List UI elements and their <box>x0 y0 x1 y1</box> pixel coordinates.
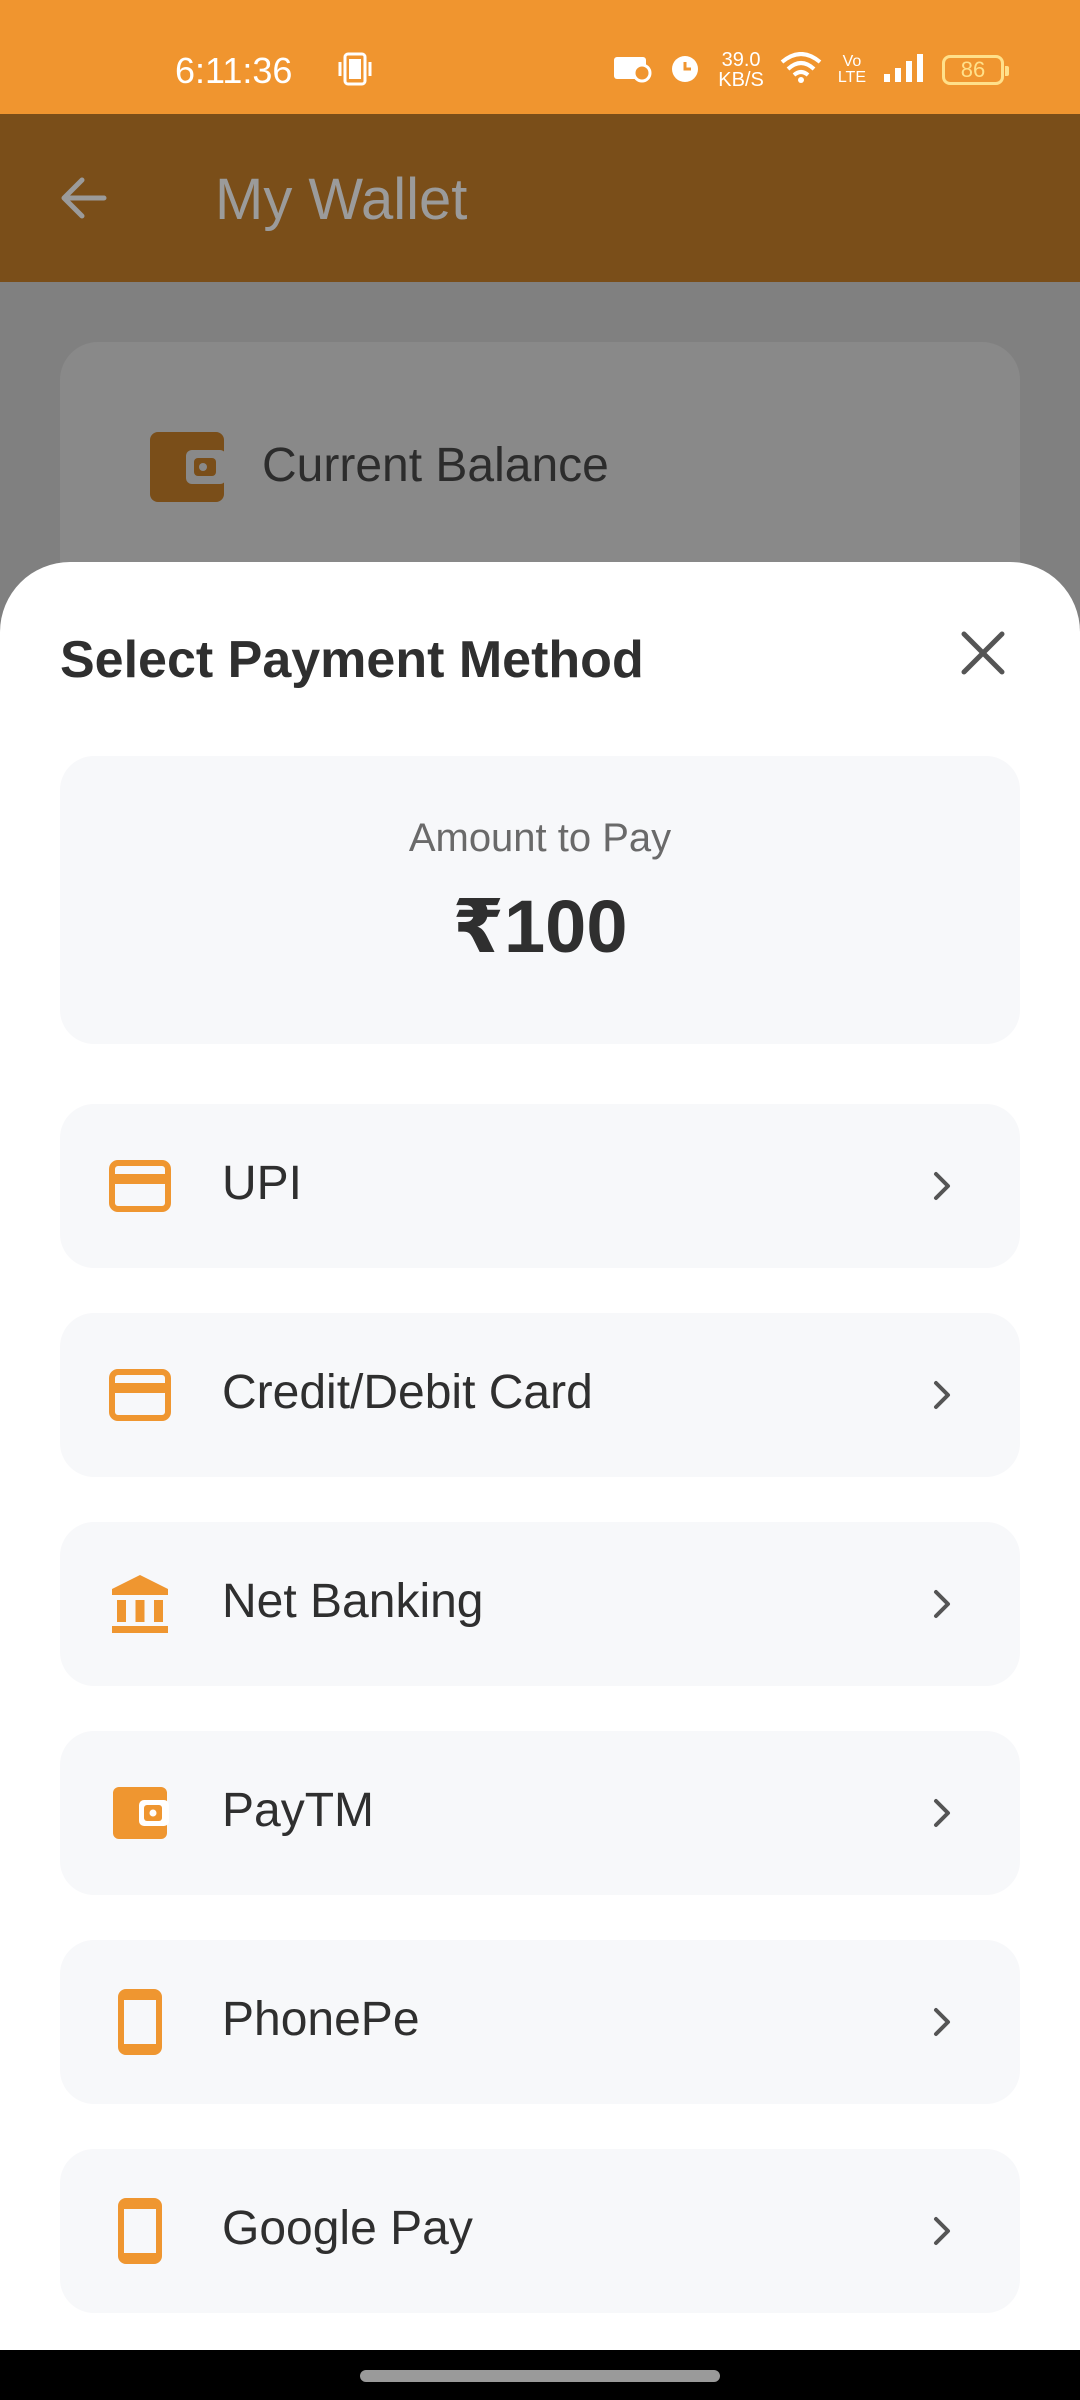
vibrate-icon <box>338 52 372 92</box>
status-bar: 6:11:36 39.0 KB/S Vo LTE 86 <box>0 0 1080 114</box>
payment-method-net-banking[interactable]: Net Banking <box>60 1522 1020 1686</box>
volte-bottom: LTE <box>837 69 866 86</box>
close-icon[interactable] <box>952 622 1014 684</box>
wifi-icon <box>780 51 822 89</box>
status-icons: 39.0 KB/S Vo LTE 86 <box>612 46 1009 94</box>
payment-method-card[interactable]: Credit/Debit Card <box>60 1313 1020 1477</box>
method-label: Net Banking <box>222 1575 484 1628</box>
chevron-right-icon <box>922 1793 962 1833</box>
method-label: UPI <box>222 1157 303 1210</box>
payment-method-phonepe[interactable]: PhonePe <box>60 1940 1020 2104</box>
signal-icon <box>882 52 926 89</box>
payment-method-upi[interactable]: UPI <box>60 1104 1020 1268</box>
home-gesture-handle[interactable] <box>360 2370 720 2382</box>
sheet-title: Select Payment Method <box>60 631 644 689</box>
alarm-icon <box>668 51 702 90</box>
wallet-icon <box>148 430 226 504</box>
system-nav-bar <box>0 2350 1080 2400</box>
chevron-right-icon <box>922 1375 962 1415</box>
chevron-right-icon <box>922 2211 962 2251</box>
battery-level: 86 <box>960 57 986 82</box>
amount-value: ₹100 <box>452 885 628 968</box>
net-speed: 39.0 KB/S <box>718 50 764 90</box>
payment-method-paytm[interactable]: PayTM <box>60 1731 1020 1895</box>
page-title: My Wallet <box>215 167 468 232</box>
amount-to-pay-box: Amount to Pay ₹100 <box>60 756 1020 1044</box>
method-label: PhonePe <box>222 1993 420 2046</box>
volte-top: Vo <box>842 53 862 70</box>
status-time: 6:11:36 <box>175 50 293 91</box>
battery-icon: 86 <box>942 55 1009 85</box>
payment-method-sheet: Select Payment Method Amount to Pay ₹100… <box>0 562 1080 2350</box>
method-label: PayTM <box>222 1784 375 1837</box>
chevron-right-icon <box>922 2002 962 2042</box>
chevron-right-icon <box>922 1584 962 1624</box>
method-label: Google Pay <box>222 2202 473 2255</box>
method-label: Credit/Debit Card <box>222 1366 593 1419</box>
back-arrow-icon[interactable] <box>56 170 112 226</box>
app-bar: My Wallet <box>0 114 1080 282</box>
wallet-icon <box>108 1783 172 1843</box>
phone-icon <box>108 2198 172 2264</box>
net-speed-unit: KB/S <box>718 69 764 91</box>
payment-method-google-pay[interactable]: Google Pay <box>60 2149 1020 2313</box>
net-speed-value: 39.0 <box>721 49 761 71</box>
phone-icon <box>108 1989 172 2055</box>
volte-icon: Vo LTE <box>838 54 866 86</box>
card-icon <box>108 1365 172 1425</box>
current-balance-label: Current Balance <box>262 439 609 492</box>
chevron-right-icon <box>922 1166 962 1206</box>
card-status-icon <box>612 53 652 88</box>
bank-icon <box>108 1574 172 1634</box>
amount-label: Amount to Pay <box>408 816 672 860</box>
card-icon <box>108 1156 172 1216</box>
